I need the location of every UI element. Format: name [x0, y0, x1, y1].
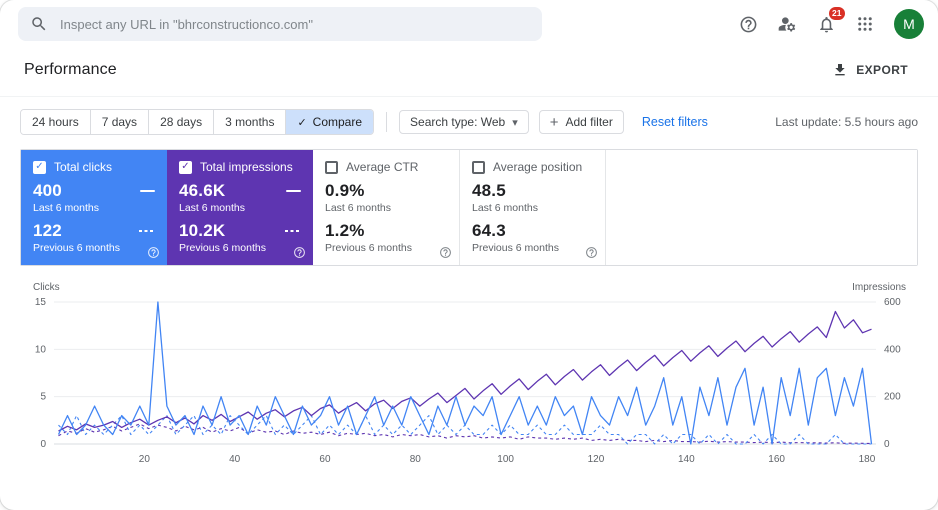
svg-text:140: 140 — [678, 454, 695, 465]
chip-28-days[interactable]: 28 days — [149, 110, 215, 134]
card-label: Average CTR — [346, 160, 419, 174]
notifications-bell-icon[interactable]: 21 — [814, 6, 846, 36]
svg-text:10: 10 — [35, 344, 47, 355]
svg-text:20: 20 — [139, 454, 151, 465]
export-button[interactable]: EXPORT — [826, 58, 914, 82]
card-value-current: 400 — [33, 181, 62, 200]
page-title: Performance — [24, 61, 117, 78]
plus-icon: + — [549, 113, 559, 131]
card-period-current: Last 6 months — [179, 202, 245, 214]
card-value-current: 46.6K — [179, 181, 226, 200]
card-value-current: 0.9% — [325, 181, 365, 200]
svg-text:60: 60 — [319, 454, 331, 465]
divider — [386, 112, 388, 132]
solid-line-indicator — [140, 190, 155, 192]
card-period-current: Last 6 months — [33, 202, 99, 214]
svg-text:200: 200 — [884, 392, 901, 403]
card-value-previous: 122 — [33, 221, 62, 240]
chart-canvas: 0 0 5 200 10 400 15 600 20 40 60 80 100 120 140 160 180 — [35, 297, 901, 465]
help-icon[interactable] — [584, 245, 598, 259]
svg-text:400: 400 — [884, 344, 901, 355]
svg-text:160: 160 — [768, 454, 785, 465]
search-input[interactable] — [58, 15, 538, 33]
card-period-current: Last 6 months — [472, 202, 538, 214]
download-icon — [832, 62, 848, 78]
page-header: Performance EXPORT — [0, 48, 938, 97]
search-type-label: Search type: Web — [410, 115, 506, 129]
card-average-position[interactable]: Average position 48.5 Last 6 months 64.3… — [459, 150, 605, 265]
svg-text:5: 5 — [40, 392, 46, 403]
help-icon[interactable] — [146, 245, 160, 259]
date-range-group: 24 hours 7 days 28 days 3 months ✓ Compa… — [20, 109, 375, 135]
chip-7-days[interactable]: 7 days — [90, 110, 150, 134]
svg-text:600: 600 — [884, 297, 901, 308]
card-value-previous: 1.2% — [325, 221, 365, 240]
checkbox-total-clicks[interactable]: ✓ — [33, 160, 46, 174]
help-icon[interactable] — [438, 245, 452, 259]
card-period-previous: Previous 6 months — [33, 242, 120, 254]
checkbox-average-ctr[interactable] — [325, 160, 338, 174]
card-label: Total impressions — [200, 160, 293, 174]
performance-chart: Clicks Impressions 0 0 5 200 10 400 15 600 20 40 6… — [20, 282, 918, 480]
svg-text:40: 40 — [229, 454, 241, 465]
filters-bar: 24 hours 7 days 28 days 3 months ✓ Compa… — [0, 97, 938, 135]
left-axis-title: Clicks — [33, 282, 60, 293]
check-icon: ✓ — [297, 116, 307, 129]
user-settings-icon[interactable] — [775, 12, 799, 36]
check-icon: ✓ — [181, 161, 190, 172]
card-value-current: 48.5 — [472, 181, 506, 200]
right-axis-title: Impressions — [852, 282, 906, 293]
svg-text:80: 80 — [410, 454, 422, 465]
top-bar: 21 M — [0, 0, 938, 48]
card-period-previous: Previous 6 months — [179, 242, 266, 254]
card-label: Average position — [493, 160, 583, 174]
apps-grid-icon[interactable] — [853, 12, 877, 36]
search-console-app: 21 M Performance EXPORT 24 hours 7 days … — [0, 0, 938, 510]
svg-text:0: 0 — [40, 439, 46, 450]
topbar-actions: 21 M — [736, 6, 924, 39]
checkbox-total-impressions[interactable]: ✓ — [179, 160, 192, 174]
svg-text:0: 0 — [884, 439, 890, 450]
help-icon[interactable] — [292, 245, 306, 259]
search-type-dropdown[interactable]: Search type: Web ▾ — [399, 110, 529, 134]
card-period-previous: Previous 6 months — [472, 242, 559, 254]
card-total-impressions[interactable]: ✓ Total impressions 46.6K Last 6 months … — [167, 150, 313, 265]
caret-down-icon: ▾ — [512, 116, 518, 129]
notification-badge: 21 — [827, 6, 846, 21]
reset-filters-link[interactable]: Reset filters — [642, 115, 708, 129]
chip-24-hours[interactable]: 24 hours — [21, 110, 91, 134]
compare-label: Compare — [312, 115, 363, 129]
card-label: Total clicks — [54, 160, 113, 174]
help-button[interactable] — [736, 12, 760, 36]
last-update-text: Last update: 5.5 hours ago — [775, 115, 918, 129]
svg-text:15: 15 — [35, 297, 47, 308]
url-inspect-searchbox[interactable] — [18, 7, 542, 41]
dashed-line-indicator — [139, 230, 155, 232]
add-filter-label: Add filter — [565, 115, 613, 129]
card-value-previous: 10.2K — [179, 221, 226, 240]
card-average-ctr[interactable]: Average CTR 0.9% Last 6 months 1.2% Prev… — [313, 150, 459, 265]
card-total-clicks[interactable]: ✓ Total clicks 400 Last 6 months 122 Pre… — [21, 150, 167, 265]
card-period-previous: Previous 6 months — [325, 242, 412, 254]
search-icon — [30, 15, 48, 33]
svg-text:180: 180 — [859, 454, 876, 465]
dashed-line-indicator — [285, 230, 301, 232]
card-period-current: Last 6 months — [325, 202, 391, 214]
solid-line-indicator — [286, 190, 301, 192]
check-icon: ✓ — [35, 161, 44, 172]
chip-compare[interactable]: ✓ Compare — [286, 110, 374, 134]
add-filter-button[interactable]: + Add filter — [538, 110, 624, 134]
export-label: EXPORT — [856, 63, 908, 77]
cards-empty-area — [605, 150, 917, 265]
card-value-previous: 64.3 — [472, 221, 506, 240]
svg-text:100: 100 — [497, 454, 514, 465]
checkbox-average-position[interactable] — [472, 160, 485, 174]
account-avatar[interactable]: M — [894, 9, 924, 39]
chip-3-months[interactable]: 3 months — [214, 110, 287, 134]
svg-text:120: 120 — [588, 454, 605, 465]
metric-cards: ✓ Total clicks 400 Last 6 months 122 Pre… — [20, 149, 918, 266]
